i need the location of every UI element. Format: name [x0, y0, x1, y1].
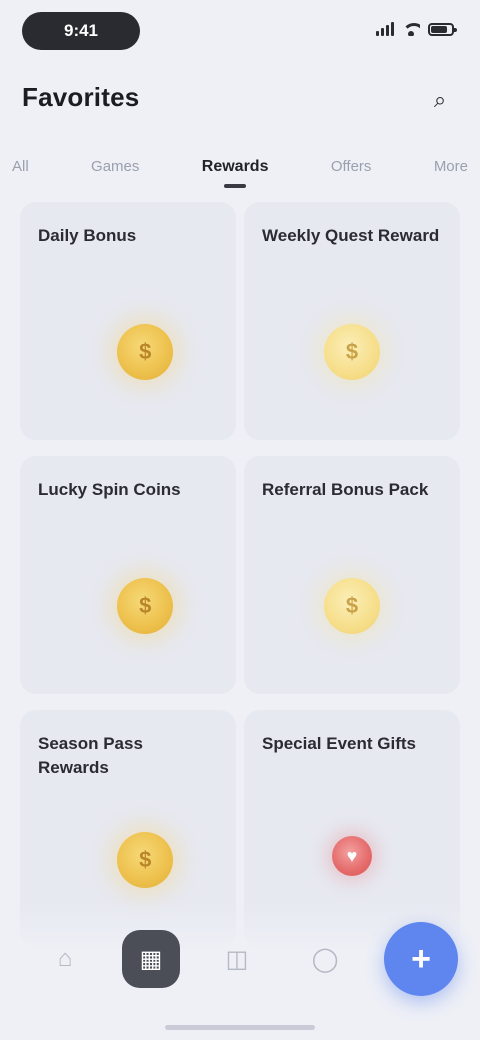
battery-icon [428, 22, 457, 36]
coin-icon: $ [324, 578, 380, 634]
reward-card[interactable]: Weekly Quest Reward $ [244, 202, 460, 440]
tab-games[interactable]: Games [87, 148, 143, 185]
coin-icon: $ [117, 324, 174, 380]
gift-icon: ♥ [332, 836, 372, 876]
page-title: Favorites [22, 82, 140, 112]
wifi-icon [402, 22, 420, 36]
card-title: Daily Bonus [38, 226, 137, 245]
grid-icon: ▦ [139, 945, 163, 973]
tab-offers[interactable]: Offers [327, 148, 376, 185]
tab-bar: All Games Rewards Offers More [0, 148, 480, 192]
header: Favorites ⌕ [0, 72, 480, 128]
signal-icon [376, 22, 394, 36]
nav-home-button[interactable]: ⌂ [36, 930, 94, 988]
card-title: Special Event Gifts [262, 734, 416, 753]
tab-rewards[interactable]: Rewards [198, 148, 273, 186]
card-title: Season Pass Rewards [38, 734, 143, 777]
reward-grid: Daily Bonus $ Weekly Quest Reward $ Luck… [20, 202, 460, 948]
add-button[interactable]: + [384, 922, 458, 996]
chat-icon: ◫ [225, 945, 249, 973]
header-search-button[interactable]: ⌕ [422, 82, 458, 118]
coin-icon: $ [117, 832, 174, 888]
plus-icon: + [411, 939, 431, 978]
nav-profile-button[interactable]: ◯ [296, 930, 354, 988]
status-time: 9:41 [22, 12, 140, 50]
bottom-nav: ⌂ ▦ ◫ ◯ + [0, 922, 480, 1002]
card-title: Referral Bonus Pack [262, 480, 429, 499]
card-title: Weekly Quest Reward [262, 226, 440, 245]
nav-chat-button[interactable]: ◫ [208, 930, 266, 988]
tab-all[interactable]: All [8, 148, 33, 185]
reward-card[interactable]: Daily Bonus $ [20, 202, 236, 440]
tab-more[interactable]: More [430, 148, 472, 185]
home-indicator[interactable] [165, 1025, 315, 1030]
card-title: Lucky Spin Coins [38, 480, 181, 499]
coin-icon: $ [324, 324, 380, 380]
home-icon: ⌂ [57, 945, 73, 972]
search-icon: ⌕ [433, 87, 447, 112]
nav-grid-button[interactable]: ▦ [122, 930, 180, 988]
status-bar: 9:41 [0, 0, 480, 62]
reward-card[interactable]: Referral Bonus Pack $ [244, 456, 460, 694]
profile-icon: ◯ [311, 945, 339, 973]
reward-card[interactable]: Lucky Spin Coins $ [20, 456, 236, 694]
status-icons [376, 22, 457, 36]
coin-icon: $ [117, 578, 174, 634]
